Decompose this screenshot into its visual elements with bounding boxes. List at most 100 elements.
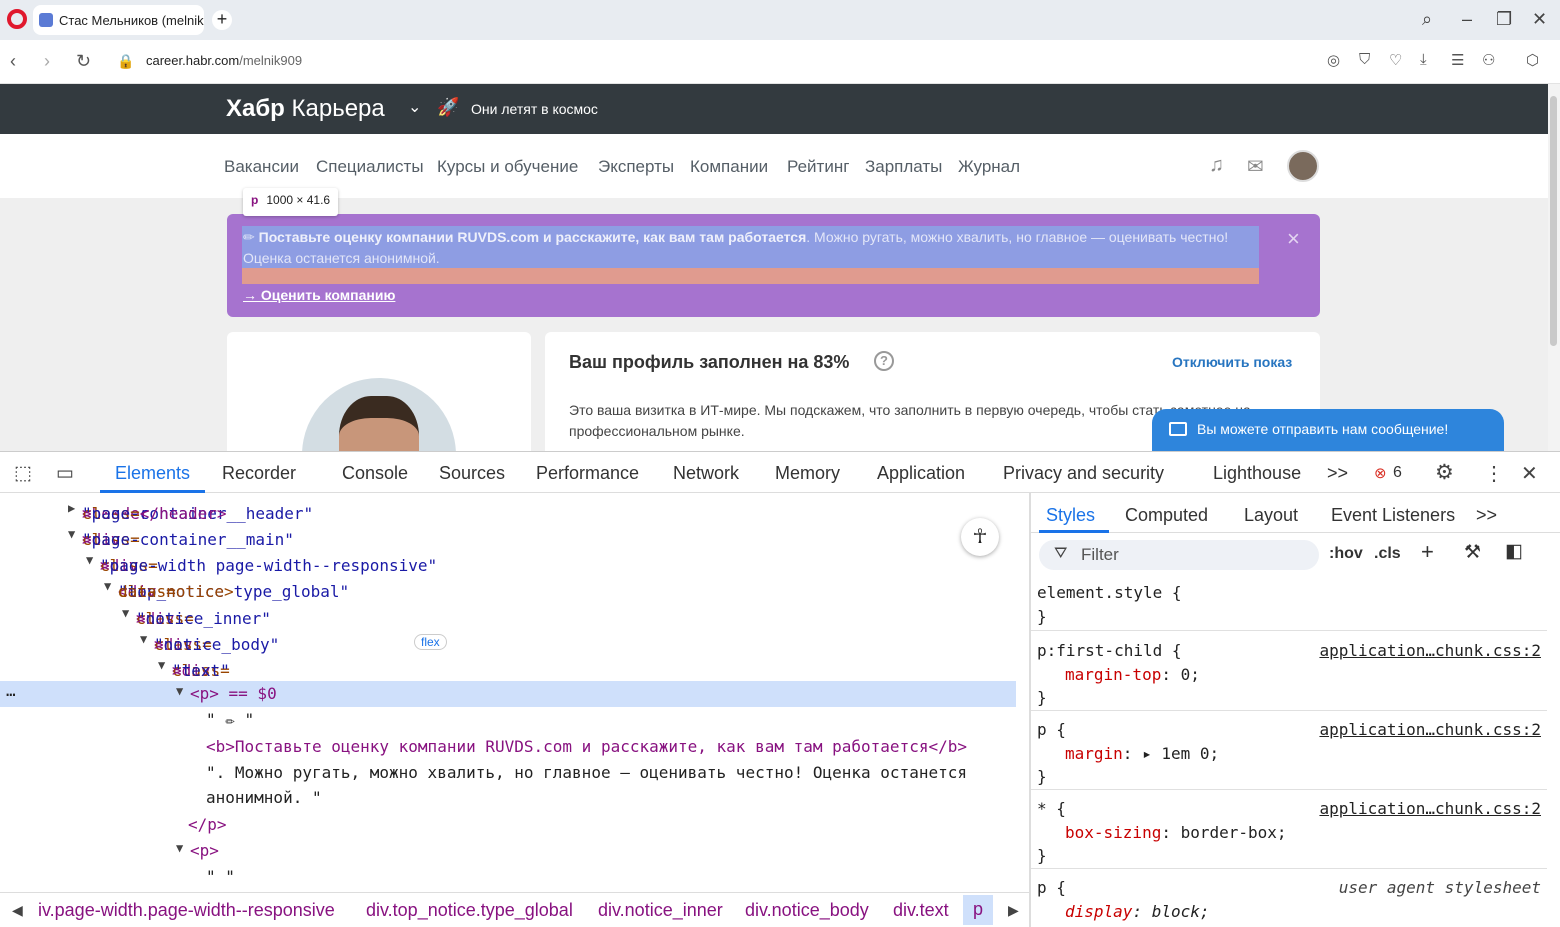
stylesheet-link[interactable]: application…chunk.css:2 (1319, 799, 1541, 818)
device-toolbar-icon[interactable]: ▭ (56, 462, 74, 485)
profile-avatar[interactable] (302, 378, 456, 451)
breadcrumb-item[interactable]: div.notice_body (745, 900, 869, 921)
breadcrumb-item[interactable]: div.top_notice.type_global (366, 900, 573, 921)
breadcrumb-item-selected[interactable]: p (963, 895, 994, 925)
dom-text-node-1[interactable]: " ✏ " (0, 707, 1016, 733)
inspect-element-icon[interactable]: ⬚ (14, 462, 32, 485)
more-tabs-icon[interactable]: >> (1476, 505, 1497, 526)
download-icon[interactable]: ⤓ (1420, 51, 1427, 68)
tab-styles[interactable]: Styles (1046, 505, 1095, 526)
nav-courses[interactable]: Курсы и обучение (437, 157, 578, 177)
site-logo[interactable]: Хабр Карьера (226, 95, 385, 123)
breadcrumb-item[interactable]: div.text (893, 900, 949, 921)
hov-toggle[interactable]: :hov (1329, 545, 1363, 563)
tab-privacy-security[interactable]: Privacy and security (1003, 463, 1164, 484)
nav-salaries[interactable]: Зарплаты (865, 157, 942, 177)
dom-node-page-width[interactable]: ▼ <div class= "page-width page-width--resp… (0, 550, 1016, 576)
tab-recorder[interactable]: Recorder (222, 463, 296, 484)
flex-badge[interactable]: flex (414, 634, 447, 650)
breadcrumb-scroll-right-icon[interactable]: ▶ (1008, 902, 1019, 919)
tab-event-listeners[interactable]: Event Listeners (1331, 505, 1455, 526)
dom-close-p[interactable]: </p> (0, 812, 1016, 838)
close-window-icon[interactable]: ✕ (1532, 9, 1547, 30)
rate-company-link[interactable]: → Оценить компанию (243, 287, 395, 303)
dom-node-notice-body[interactable]: ▼ <div class= "notice_body" > flex (0, 629, 1016, 655)
bell-icon[interactable]: ♫ (1209, 154, 1224, 177)
forward-icon[interactable]: › (44, 51, 50, 72)
chat-button[interactable]: Вы можете отправить нам сообщение! (1152, 409, 1504, 451)
tab-lighthouse[interactable]: Lighthouse (1213, 463, 1301, 484)
css-rule[interactable]: p:first-child { application…chunk.css:2 … (1031, 637, 1547, 711)
mail-icon[interactable]: ✉ (1247, 154, 1264, 179)
css-rule[interactable]: element.style { } (1031, 579, 1547, 631)
css-rule[interactable]: * { application…chunk.css:2 box-sizing: … (1031, 795, 1547, 869)
address-field[interactable]: career.habr.com/melnik909 (146, 53, 302, 68)
opera-logo-icon[interactable] (7, 9, 27, 29)
browser-tab[interactable]: Стас Мельников (melnik9 (33, 5, 204, 35)
nav-specialists[interactable]: Специалисты (316, 157, 424, 177)
tab-console[interactable]: Console (342, 463, 408, 484)
tab-layout[interactable]: Layout (1244, 505, 1298, 526)
heart-icon[interactable]: ♡ (1389, 51, 1402, 69)
stylesheet-link[interactable]: application…chunk.css:2 (1319, 720, 1541, 739)
error-count[interactable]: 6 (1393, 464, 1402, 482)
error-icon[interactable]: ⊗ (1374, 464, 1387, 482)
tab-memory[interactable]: Memory (775, 463, 840, 484)
css-rule[interactable]: p { application…chunk.css:2 margin: ▸ 1e… (1031, 716, 1547, 790)
close-icon[interactable]: × (1287, 226, 1300, 252)
extensions-icon[interactable]: ⬡ (1526, 51, 1539, 69)
back-icon[interactable]: ‹ (10, 51, 16, 72)
more-options-icon[interactable]: … (6, 681, 16, 700)
help-icon[interactable]: ? (874, 351, 894, 371)
search-tabs-icon[interactable]: ⌕ (1422, 9, 1432, 30)
site-slogan[interactable]: Они летят в космос (471, 101, 598, 117)
styles-filter-input[interactable]: ⛛ Filter (1039, 540, 1319, 570)
more-options-icon[interactable]: ⋮ (1484, 461, 1504, 486)
accessibility-icon[interactable]: ☥ (961, 518, 999, 556)
breadcrumb-scroll-left-icon[interactable]: ◀ (12, 902, 23, 919)
nav-vacancies[interactable]: Вакансии (224, 157, 299, 177)
tab-sources[interactable]: Sources (439, 463, 505, 484)
settings-gear-icon[interactable]: ⚙ (1435, 460, 1454, 485)
dom-node-header[interactable]: ▶ <header class= "page-container__header" >… (0, 498, 1016, 524)
dom-text-node-3[interactable]: " " (0, 864, 1016, 883)
stylesheet-link[interactable]: application…chunk.css:2 (1319, 641, 1541, 660)
nav-rating[interactable]: Рейтинг (787, 157, 849, 177)
page-scrollbar[interactable] (1548, 84, 1560, 451)
tab-performance[interactable]: Performance (536, 463, 639, 484)
dom-node-notice-inner[interactable]: ▼ <div class= "notice_inner" > (0, 603, 1016, 629)
minimize-icon[interactable]: – (1462, 9, 1472, 30)
new-tab-button[interactable]: + (212, 10, 232, 30)
menu-icon[interactable]: ☰ (1451, 51, 1464, 69)
tab-computed[interactable]: Computed (1125, 505, 1208, 526)
nav-journal[interactable]: Журнал (958, 157, 1020, 177)
tab-elements[interactable]: Elements (115, 463, 190, 484)
reload-icon[interactable]: ↻ (76, 51, 91, 72)
more-tabs-icon[interactable]: >> (1327, 463, 1348, 484)
cls-toggle[interactable]: .cls (1374, 545, 1401, 563)
close-devtools-icon[interactable]: ✕ (1521, 461, 1538, 486)
dom-node-main[interactable]: ▼ <div class= "page-container__main" > (0, 524, 1016, 550)
dom-node-b[interactable]: <b>Поставьте оценку компании RUVDS.com и… (0, 734, 1016, 760)
dom-node-text[interactable]: ▼ <div class= "text" > (0, 655, 1016, 681)
css-rule-user-agent[interactable]: p { user agent stylesheet display: block… (1031, 874, 1547, 927)
tab-network[interactable]: Network (673, 463, 739, 484)
profile-icon[interactable]: ⚇ (1482, 51, 1495, 69)
toggle-sidebar-icon[interactable]: ◧ (1505, 540, 1523, 563)
breadcrumb-item[interactable]: iv.page-width.page-width--responsive (38, 900, 335, 921)
new-rule-icon[interactable]: + (1421, 539, 1434, 565)
user-avatar[interactable] (1287, 150, 1319, 182)
dom-node-selected-p[interactable]: … ▼ <p> == $0 (0, 681, 1016, 707)
maximize-icon[interactable]: ❐ (1496, 9, 1512, 30)
nav-companies[interactable]: Компании (690, 157, 768, 177)
breadcrumb-item[interactable]: div.notice_inner (598, 900, 723, 921)
disable-show-link[interactable]: Отключить показ (1172, 354, 1292, 370)
nav-experts[interactable]: Эксперты (598, 157, 674, 177)
paint-brush-icon[interactable]: ⚒ (1464, 541, 1481, 564)
chevron-down-icon[interactable]: ⌄ (408, 97, 421, 117)
shield-icon[interactable]: ⛉ (1359, 51, 1370, 68)
dom-node-p-2[interactable]: ▼ <p> (0, 838, 1016, 864)
dom-text-node-2[interactable]: ". Можно ругать, можно хвалить, но главн… (0, 760, 1016, 786)
dom-node-top-notice[interactable]: ▼ <div class= "top_notice type_global" dat… (0, 576, 1016, 602)
tab-application[interactable]: Application (877, 463, 965, 484)
